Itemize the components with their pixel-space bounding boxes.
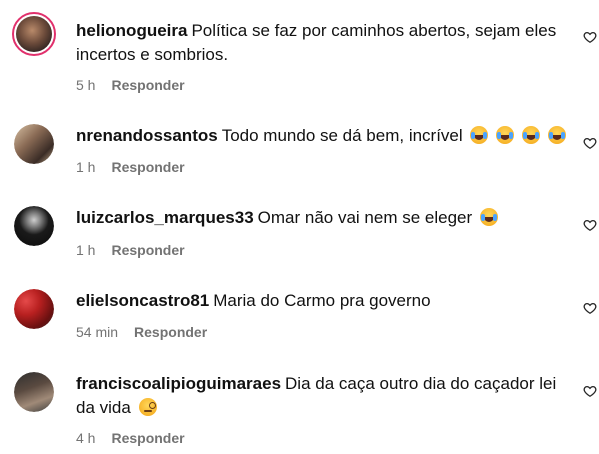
comment-username[interactable]: luizcarlos_marques33 bbox=[76, 208, 254, 227]
comment-username[interactable]: helionogueira bbox=[76, 21, 187, 40]
face-with-monocle-icon bbox=[138, 398, 157, 416]
comment-text: nrenandossantos Todo mundo se dá bem, inc… bbox=[76, 124, 566, 148]
heart-icon[interactable] bbox=[583, 136, 597, 150]
comment-body: Maria do Carmo pra governo bbox=[213, 291, 431, 310]
reply-button[interactable]: Responder bbox=[111, 430, 184, 446]
avatar[interactable] bbox=[14, 124, 54, 164]
comment-username[interactable]: franciscoalipioguimaraes bbox=[76, 374, 281, 393]
heart-icon[interactable] bbox=[583, 384, 597, 398]
avatar[interactable] bbox=[14, 206, 54, 246]
comment-meta: 1 h Responder bbox=[76, 241, 185, 259]
comment-body: Omar não vai nem se eleger bbox=[257, 208, 473, 227]
comment-meta: 5 h Responder bbox=[76, 76, 185, 94]
user-avatar-photo-icon bbox=[14, 289, 54, 329]
user-avatar-photo-icon bbox=[14, 124, 54, 164]
comment-time[interactable]: 54 min bbox=[76, 324, 118, 340]
comment-time[interactable]: 5 h bbox=[76, 77, 95, 93]
comment-text: luizcarlos_marques33 Omar não vai nem se … bbox=[76, 206, 566, 230]
comment-text: elielsoncastro81 Maria do Carmo pra gover… bbox=[76, 289, 566, 313]
avatar[interactable] bbox=[12, 12, 56, 56]
comment-username[interactable]: elielsoncastro81 bbox=[76, 291, 209, 310]
heart-icon[interactable] bbox=[583, 218, 597, 232]
face-with-tears-of-joy-icon bbox=[470, 126, 489, 144]
reply-button[interactable]: Responder bbox=[111, 77, 184, 93]
face-with-tears-of-joy-icon bbox=[521, 126, 540, 144]
reply-button[interactable]: Responder bbox=[134, 324, 207, 340]
face-with-tears-of-joy-icon bbox=[496, 126, 515, 144]
comment-username[interactable]: nrenandossantos bbox=[76, 126, 218, 145]
comment-time[interactable]: 4 h bbox=[76, 430, 95, 446]
user-avatar-photo-icon bbox=[14, 372, 54, 412]
comment-meta: 1 h Responder bbox=[76, 158, 185, 176]
comment-time[interactable]: 1 h bbox=[76, 159, 95, 175]
avatar[interactable] bbox=[14, 289, 54, 329]
comment-time[interactable]: 1 h bbox=[76, 242, 95, 258]
comment-meta: 4 h Responder bbox=[76, 429, 185, 447]
comment-text: franciscoalipioguimaraes Dia da caça outr… bbox=[76, 372, 576, 420]
avatar[interactable] bbox=[14, 372, 54, 412]
comment-text: helionogueira Política se faz por caminho… bbox=[76, 19, 566, 67]
user-avatar-photo-icon bbox=[16, 16, 52, 52]
heart-icon[interactable] bbox=[583, 301, 597, 315]
heart-icon[interactable] bbox=[583, 30, 597, 44]
face-with-tears-of-joy-icon bbox=[479, 208, 498, 226]
comment-body: Todo mundo se dá bem, incrível bbox=[221, 126, 463, 145]
user-avatar-photo-icon bbox=[14, 206, 54, 246]
face-with-tears-of-joy-icon bbox=[547, 126, 566, 144]
reply-button[interactable]: Responder bbox=[111, 242, 184, 258]
reply-button[interactable]: Responder bbox=[111, 159, 184, 175]
comment-meta: 54 min Responder bbox=[76, 323, 207, 341]
